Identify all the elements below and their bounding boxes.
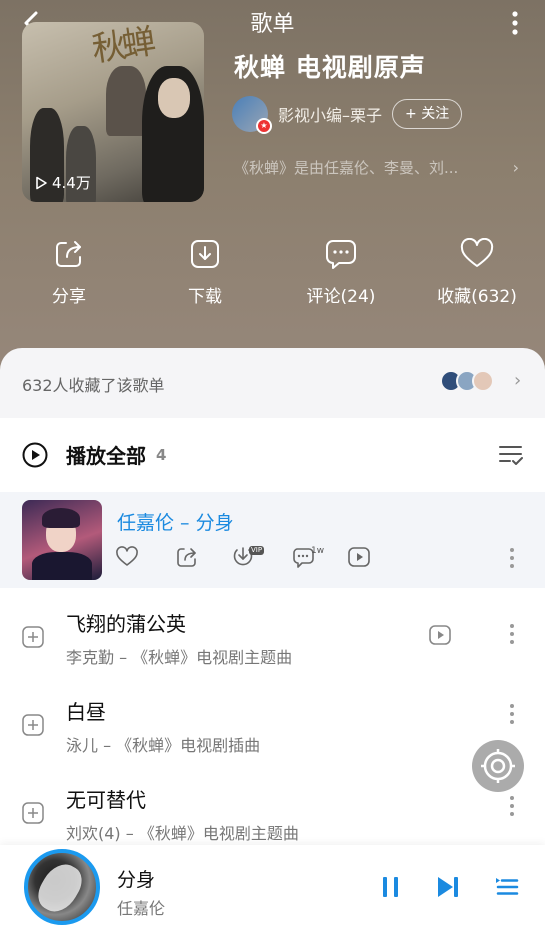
download-button[interactable]: 下载 xyxy=(150,238,260,307)
song-subtitle: 李克勤 – 《秋蝉》电视剧主题曲 xyxy=(66,648,293,667)
download-vip-button[interactable]: VIP xyxy=(231,546,265,572)
more-vertical-icon[interactable] xyxy=(505,624,519,648)
floating-locate-button[interactable] xyxy=(472,740,524,792)
comment-button[interactable]: 评论(24) xyxy=(286,238,396,307)
current-song-cover xyxy=(22,500,102,580)
play-all-row[interactable]: 播放全部 4 xyxy=(0,418,545,490)
player-song-title: 分身 xyxy=(117,869,156,891)
cover-figure xyxy=(32,552,92,580)
album-disc[interactable] xyxy=(24,849,100,925)
user-avatar xyxy=(472,370,494,392)
add-to-list-icon[interactable] xyxy=(22,714,44,736)
verified-badge-icon: ★ xyxy=(256,118,272,134)
song-row[interactable]: 无可替代 刘欢(4) – 《秋蝉》电视剧主题曲 xyxy=(0,768,545,856)
share-icon xyxy=(177,548,196,567)
play-count: 4.4万 xyxy=(34,172,91,193)
song-sheet: 632人收藏了该歌单 › 播放全部 4 任嘉伦 – 分身 VIP 1w 飞翔的蒲… xyxy=(0,348,545,929)
more-vertical-icon[interactable] xyxy=(505,8,525,38)
more-vertical-icon[interactable] xyxy=(505,704,519,728)
share-button[interactable] xyxy=(175,546,199,572)
action-bar: 分享 下载 评论(24) 收藏(632) xyxy=(0,238,545,318)
song-row[interactable]: 白昼 泳儿 – 《秋蝉》电视剧插曲 xyxy=(0,680,545,768)
multi-select-icon[interactable] xyxy=(499,444,523,466)
like-button[interactable] xyxy=(115,546,139,572)
song-title: 白昼 xyxy=(66,700,106,724)
creator-avatar[interactable]: ★ xyxy=(232,96,272,134)
song-subtitle: 泳儿 – 《秋蝉》电视剧插曲 xyxy=(66,736,261,755)
share-icon xyxy=(56,241,81,267)
favorite-button[interactable]: 收藏(632) xyxy=(422,238,532,307)
cover-hair xyxy=(42,508,80,528)
download-icon xyxy=(191,240,219,268)
comment-button[interactable]: 1w xyxy=(291,546,324,572)
player-artist: 任嘉伦 xyxy=(117,899,166,918)
download-label: 下载 xyxy=(188,287,222,307)
chevron-right-icon: › xyxy=(514,370,522,391)
more-vertical-icon[interactable] xyxy=(505,548,519,572)
cover-figure xyxy=(106,66,146,136)
creator-name[interactable]: 影视小编–栗子 xyxy=(278,102,382,126)
play-all-label: 播放全部 xyxy=(66,444,146,468)
favorites-avatars xyxy=(440,370,494,392)
cover-face xyxy=(158,78,190,118)
play-circle-icon xyxy=(22,442,48,468)
heart-icon xyxy=(460,238,494,267)
current-song-title: 任嘉伦 – 分身 xyxy=(117,512,234,534)
video-play-icon xyxy=(348,547,370,567)
favorites-text: 632人收藏了该歌单 xyxy=(22,376,165,395)
mini-player[interactable]: 分身 任嘉伦 xyxy=(0,845,545,929)
comment-icon xyxy=(326,240,356,269)
playlist-title: 秋蝉 电视剧原声 xyxy=(234,53,426,82)
current-song-row[interactable]: 任嘉伦 – 分身 VIP 1w xyxy=(0,492,545,588)
play-outline-icon xyxy=(36,176,47,189)
share-label: 分享 xyxy=(52,287,86,307)
share-button[interactable]: 分享 xyxy=(14,238,124,307)
video-button[interactable] xyxy=(347,546,371,572)
play-count-value: 4.4万 xyxy=(52,174,91,192)
favorite-label: 收藏(632) xyxy=(437,287,517,307)
pause-icon[interactable] xyxy=(380,875,402,899)
song-count: 4 xyxy=(156,446,167,464)
chevron-right-icon[interactable]: › xyxy=(513,158,519,177)
follow-button[interactable]: + 关注 xyxy=(392,99,463,129)
playlist-description[interactable]: 《秋蝉》是由任嘉伦、李曼、刘... xyxy=(234,157,524,178)
heart-icon xyxy=(116,546,138,566)
locate-icon xyxy=(481,749,515,783)
song-subtitle: 刘欢(4) – 《秋蝉》电视剧主题曲 xyxy=(66,824,299,843)
video-play-icon[interactable] xyxy=(428,624,452,646)
song-title: 无可替代 xyxy=(66,788,146,812)
next-track-icon[interactable] xyxy=(436,875,460,899)
song-title: 飞翔的蒲公英 xyxy=(66,612,186,636)
vip-badge: VIP xyxy=(249,546,265,555)
playlist-queue-icon[interactable] xyxy=(495,875,519,899)
song-row[interactable]: 飞翔的蒲公英 李克勤 – 《秋蝉》电视剧主题曲 xyxy=(0,592,545,680)
comment-count: 1w xyxy=(311,546,325,556)
comment-label: 评论(24) xyxy=(306,287,376,307)
favorites-row[interactable]: 632人收藏了该歌单 › xyxy=(0,348,545,418)
creator-row: ★ 影视小编–栗子 + 关注 xyxy=(232,96,463,134)
add-to-list-icon[interactable] xyxy=(22,626,44,648)
more-vertical-icon[interactable] xyxy=(505,796,519,820)
add-to-list-icon[interactable] xyxy=(22,802,44,824)
cover-calligraphy: 秋蝉 xyxy=(89,22,155,70)
playlist-header: 歌单 秋蝉 4.4万 秋蝉 电视剧原声 ★ 影视小编–栗子 + 关注 《秋蝉》是… xyxy=(0,0,545,370)
